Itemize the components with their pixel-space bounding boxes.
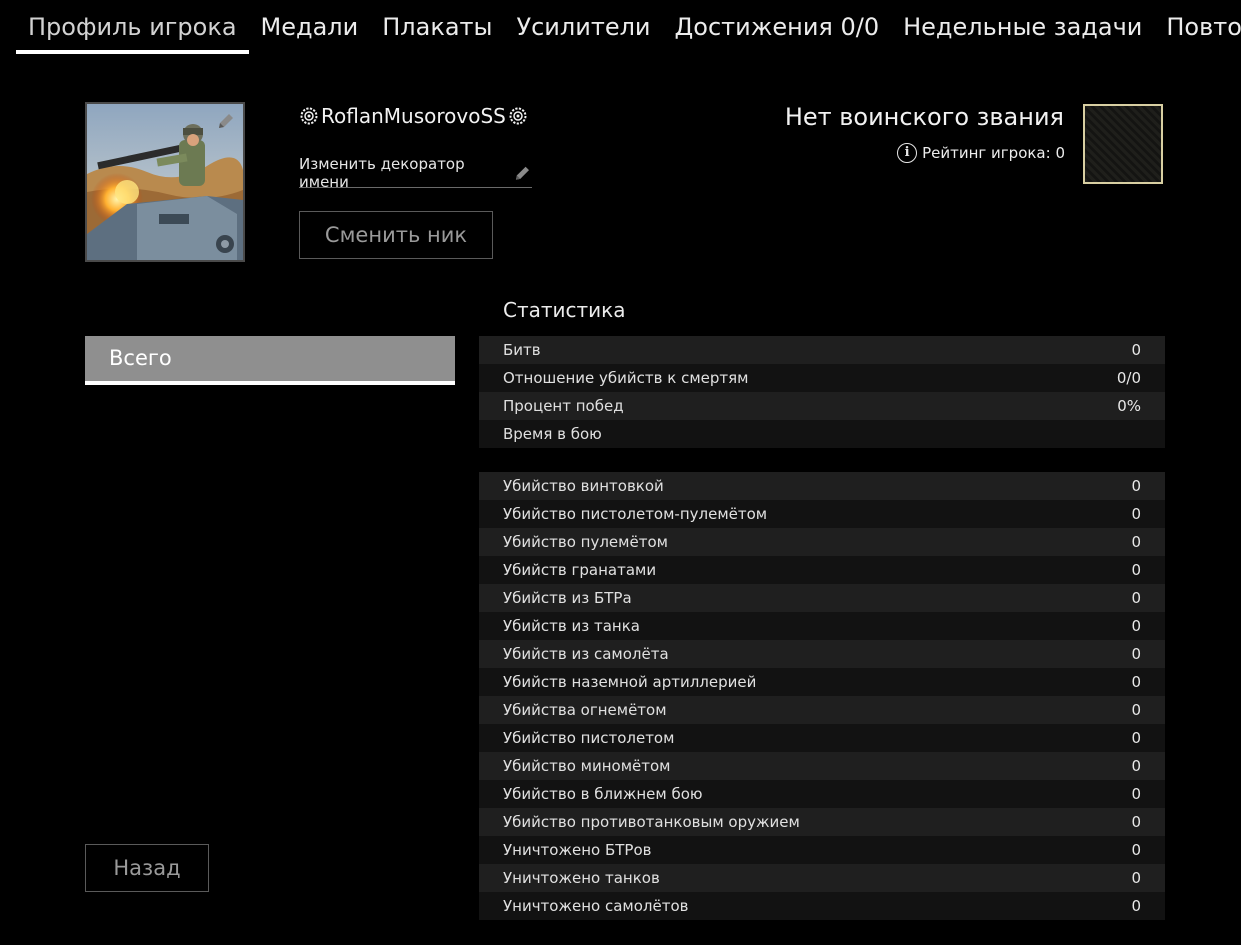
stat-label: Убийство винтовкой (503, 477, 664, 495)
tab-medals[interactable]: Медали (249, 0, 371, 54)
tab-player-profile[interactable]: Профиль игрока (16, 0, 249, 54)
tab-boosters[interactable]: Усилители (504, 0, 662, 54)
stat-label: Убийство в ближнем бою (503, 785, 703, 803)
player-rating-text: Рейтинг игрока: 0 (922, 144, 1065, 162)
tab-bar: Профиль игрока Медали Плакаты Усилители … (16, 0, 1241, 56)
stat-label: Убийства огнемётом (503, 701, 667, 719)
stat-value: 0 (1131, 477, 1141, 495)
stat-row-apcs-destroyed: Уничтожено БТРов 0 (479, 836, 1165, 864)
stat-value: 0 (1131, 869, 1141, 887)
gear-wreath-icon (509, 107, 527, 125)
stat-label: Уничтожено БТРов (503, 841, 652, 859)
stat-label: Уничтожено самолётов (503, 897, 689, 915)
player-nickname: RoflanMusorovoSS (299, 104, 528, 128)
stat-label: Убийств из БТРа (503, 589, 632, 607)
info-icon[interactable]: i (897, 143, 918, 163)
stat-value: 0 (1131, 841, 1141, 859)
stat-value: 0/0 (1116, 369, 1141, 387)
stat-row-melee-kills: Убийство в ближнем бою 0 (479, 780, 1165, 808)
change-name-decorator-link[interactable]: Изменить декоратор имени (299, 155, 532, 191)
rank-emblem (1083, 104, 1163, 184)
stat-row-pistol-kills: Убийство пистолетом 0 (479, 724, 1165, 752)
stat-value: 0 (1131, 785, 1141, 803)
pencil-icon (515, 166, 529, 180)
stat-label: Убийство пулемётом (503, 533, 668, 551)
tab-weekly-tasks[interactable]: Недельные задачи (891, 0, 1154, 54)
stat-row-smg-kills: Убийство пистолетом-пулемётом 0 (479, 500, 1165, 528)
stat-value: 0 (1131, 505, 1141, 523)
stat-label: Убийство пистолетом (503, 729, 675, 747)
rank-title: Нет воинского звания (784, 103, 1064, 131)
stat-row-apc-kills: Убийств из БТРа 0 (479, 584, 1165, 612)
stat-value: 0 (1131, 897, 1141, 915)
stat-row-aircraft-destroyed: Уничтожено самолётов 0 (479, 892, 1165, 920)
stats-filter-total[interactable]: Всего (85, 336, 455, 385)
avatar[interactable] (85, 102, 245, 262)
player-profile-screen: Профиль игрока Медали Плакаты Усилители … (0, 0, 1241, 945)
stat-label: Время в бою (503, 425, 602, 443)
pencil-icon[interactable] (215, 110, 237, 132)
back-button[interactable]: Назад (85, 844, 209, 892)
change-name-decorator-label: Изменить декоратор имени (299, 155, 465, 191)
gear-wreath-icon (300, 107, 318, 125)
stat-label: Убийств гранатами (503, 561, 657, 579)
stat-row-grenade-kills: Убийств гранатами 0 (479, 556, 1165, 584)
stat-value: 0 (1131, 617, 1141, 635)
general-stats-table: Битв 0 Отношение убийств к смертям 0/0 П… (479, 336, 1165, 448)
stat-value: 0 (1131, 757, 1141, 775)
stat-row-mg-kills: Убийство пулемётом 0 (479, 528, 1165, 556)
stat-row-aircraft-kills: Убийств из самолёта 0 (479, 640, 1165, 668)
stat-label: Процент побед (503, 397, 624, 415)
stat-value: 0 (1131, 813, 1141, 831)
nickname-text: RoflanMusorovoSS (321, 104, 506, 128)
stat-value: 0 (1131, 589, 1141, 607)
stat-row-kd-ratio: Отношение убийств к смертям 0/0 (479, 364, 1165, 392)
stat-label: Убийство пистолетом-пулемётом (503, 505, 768, 523)
stat-row-battles: Битв 0 (479, 336, 1165, 364)
stat-value: 0 (1131, 533, 1141, 551)
stat-value: 0 (1131, 645, 1141, 663)
stat-value: 0 (1131, 561, 1141, 579)
stat-label: Уничтожено танков (503, 869, 660, 887)
stat-label: Битв (503, 341, 541, 359)
stat-row-tanks-destroyed: Уничтожено танков 0 (479, 864, 1165, 892)
stat-row-artillery-kills: Убийств наземной артиллерией 0 (479, 668, 1165, 696)
stat-label: Убийств из самолёта (503, 645, 669, 663)
stat-label: Убийств из танка (503, 617, 640, 635)
tab-replays[interactable]: Повторы (1154, 0, 1241, 54)
stat-row-tank-kills: Убийств из танка 0 (479, 612, 1165, 640)
stat-value: 0 (1131, 729, 1141, 747)
stat-value: 0 (1131, 701, 1141, 719)
stat-label: Убийство противотанковым оружием (503, 813, 800, 831)
stat-row-win-rate: Процент побед 0% (479, 392, 1165, 420)
player-rating: i Рейтинг игрока: 0 (897, 143, 1065, 163)
stat-row-rifle-kills: Убийство винтовкой 0 (479, 472, 1165, 500)
kill-stats-table: Убийство винтовкой 0 Убийство пистолетом… (479, 472, 1165, 920)
stat-label: Убийств наземной артиллерией (503, 673, 757, 691)
stat-row-mortar-kills: Убийство миномётом 0 (479, 752, 1165, 780)
tab-posters[interactable]: Плакаты (370, 0, 504, 54)
stats-title: Статистика (503, 298, 626, 322)
change-nickname-button[interactable]: Сменить ник (299, 211, 493, 259)
stat-row-time-in-battle: Время в бою (479, 420, 1165, 448)
stat-row-antitank-kills: Убийство противотанковым оружием 0 (479, 808, 1165, 836)
tab-achievements[interactable]: Достижения 0/0 (663, 0, 892, 54)
stat-label: Отношение убийств к смертям (503, 369, 749, 387)
stat-value: 0% (1117, 397, 1141, 415)
stat-value: 0 (1131, 673, 1141, 691)
stat-value: 0 (1131, 341, 1141, 359)
stat-label: Убийство миномётом (503, 757, 671, 775)
stat-row-flamethrower-kills: Убийства огнемётом 0 (479, 696, 1165, 724)
